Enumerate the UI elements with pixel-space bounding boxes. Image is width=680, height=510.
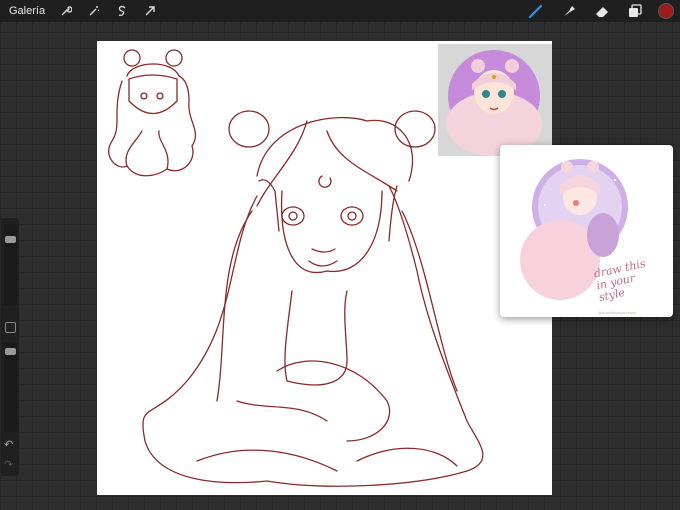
reference-portrait [446,50,542,156]
brush-icon[interactable] [526,1,546,21]
magic-wand-icon[interactable] [87,4,101,18]
color-swatch[interactable] [658,3,674,19]
opacity-knob[interactable] [5,348,16,355]
wrench-icon[interactable] [59,4,73,18]
reference-tag: · · · · [507,149,516,154]
undo-icon[interactable]: ↶ [4,438,13,451]
gallery-button[interactable]: Galería [9,5,45,17]
modifier-button[interactable] [5,322,16,333]
brush-size-knob[interactable] [5,236,16,243]
redo-icon[interactable]: ↷ [4,458,13,471]
left-sidebar: ↶ ↷ [1,218,19,476]
brush-size-slider[interactable] [4,224,17,306]
eraser-icon[interactable] [592,1,612,21]
smudge-icon[interactable] [559,1,579,21]
top-toolbar: Galería [0,0,680,22]
reference-image-1[interactable] [438,44,552,156]
reference-handle: @drawthisinyourstyle [598,310,637,315]
layers-icon[interactable] [625,1,645,21]
opacity-slider[interactable] [4,342,17,432]
transform-arrow-icon[interactable] [143,4,157,18]
reference-image-2[interactable]: · · · · draw this in your style @drawthi… [500,145,673,317]
selection-icon[interactable] [115,4,129,18]
